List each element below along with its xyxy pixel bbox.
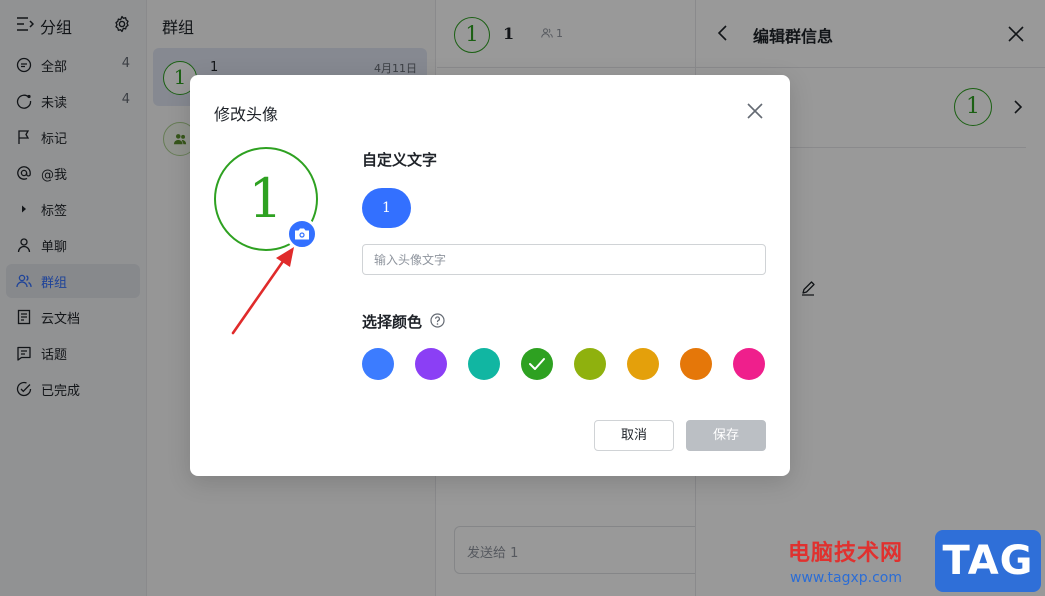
save-button[interactable]: 保存 — [686, 420, 766, 451]
color-swatch[interactable] — [574, 348, 606, 380]
color-swatch[interactable] — [733, 348, 765, 380]
custom-text-title: 自定义文字 — [362, 151, 438, 169]
color-swatch[interactable] — [521, 348, 553, 380]
color-swatch[interactable] — [362, 348, 394, 380]
change-avatar-dialog: 修改头像 1 自定义文字 1 选择颜色 取消 保存 — [190, 75, 790, 476]
watermark-text: 电脑技术网 — [788, 541, 904, 566]
watermark-url: www.tagxp.com — [790, 570, 902, 586]
color-title: 选择颜色 — [362, 313, 423, 331]
annotation-arrow — [231, 247, 294, 335]
color-swatch[interactable] — [468, 348, 500, 380]
cancel-button[interactable]: 取消 — [594, 420, 674, 451]
close-icon[interactable] — [746, 102, 764, 120]
text-preview-chip: 1 — [362, 188, 411, 228]
avatar-text-input[interactable] — [362, 244, 766, 275]
dialog-title: 修改头像 — [214, 105, 279, 124]
check-icon — [529, 358, 545, 370]
color-swatch[interactable] — [627, 348, 659, 380]
camera-icon — [295, 228, 309, 240]
color-swatch[interactable] — [680, 348, 712, 380]
help-icon[interactable] — [430, 313, 445, 328]
watermark-logo: TAG — [935, 530, 1041, 592]
color-swatch[interactable] — [415, 348, 447, 380]
